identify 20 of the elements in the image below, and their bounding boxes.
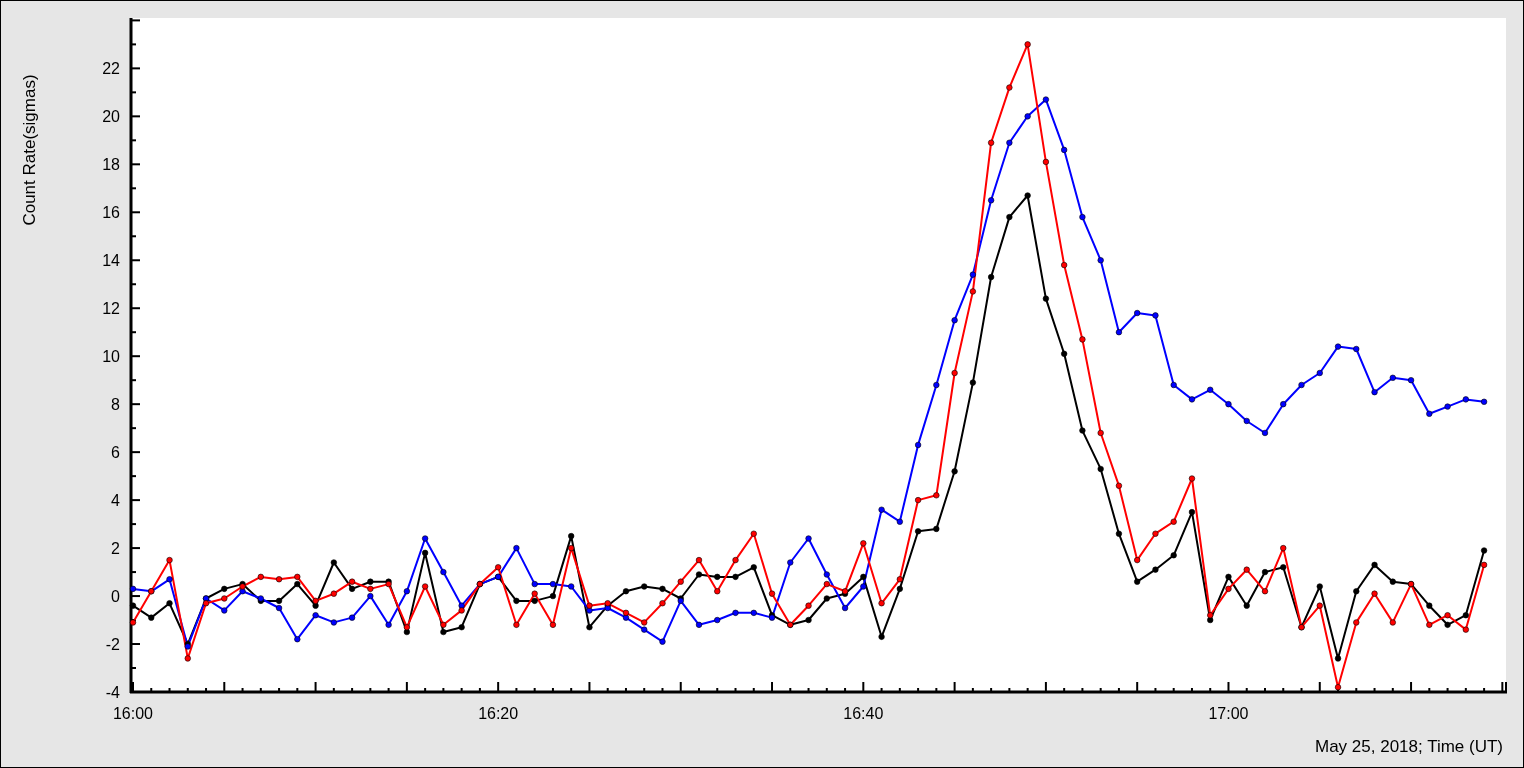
y-tick-label: 20 — [102, 108, 120, 126]
y-axis-title: Count Rate(sigmas) — [20, 74, 39, 226]
y-tick-label: 6 — [111, 444, 120, 462]
x-axis-title: May 25, 2018; Time (UT) — [1315, 737, 1503, 756]
y-tick-label: -4 — [105, 684, 120, 701]
x-tick-label: 16:20 — [478, 705, 519, 722]
y-tick-label: 16 — [102, 204, 120, 222]
y-tick-label: 18 — [102, 156, 120, 174]
y-tick-label: 2 — [111, 540, 120, 558]
y-tick-label: 0 — [111, 588, 120, 606]
y-tick-label: 14 — [102, 252, 120, 270]
y-tick-label: 4 — [111, 492, 120, 510]
x-tick-label: 17:00 — [1208, 705, 1249, 722]
y-tick-label: -2 — [105, 636, 120, 654]
y-tick-label: 8 — [111, 396, 120, 414]
y-tick-label: 22 — [102, 60, 120, 78]
y-tick-label: 12 — [102, 300, 120, 318]
x-tick-label: 16:40 — [843, 705, 884, 722]
y-tick-label: 10 — [102, 348, 120, 366]
x-tick-label: 16:00 — [113, 705, 153, 722]
